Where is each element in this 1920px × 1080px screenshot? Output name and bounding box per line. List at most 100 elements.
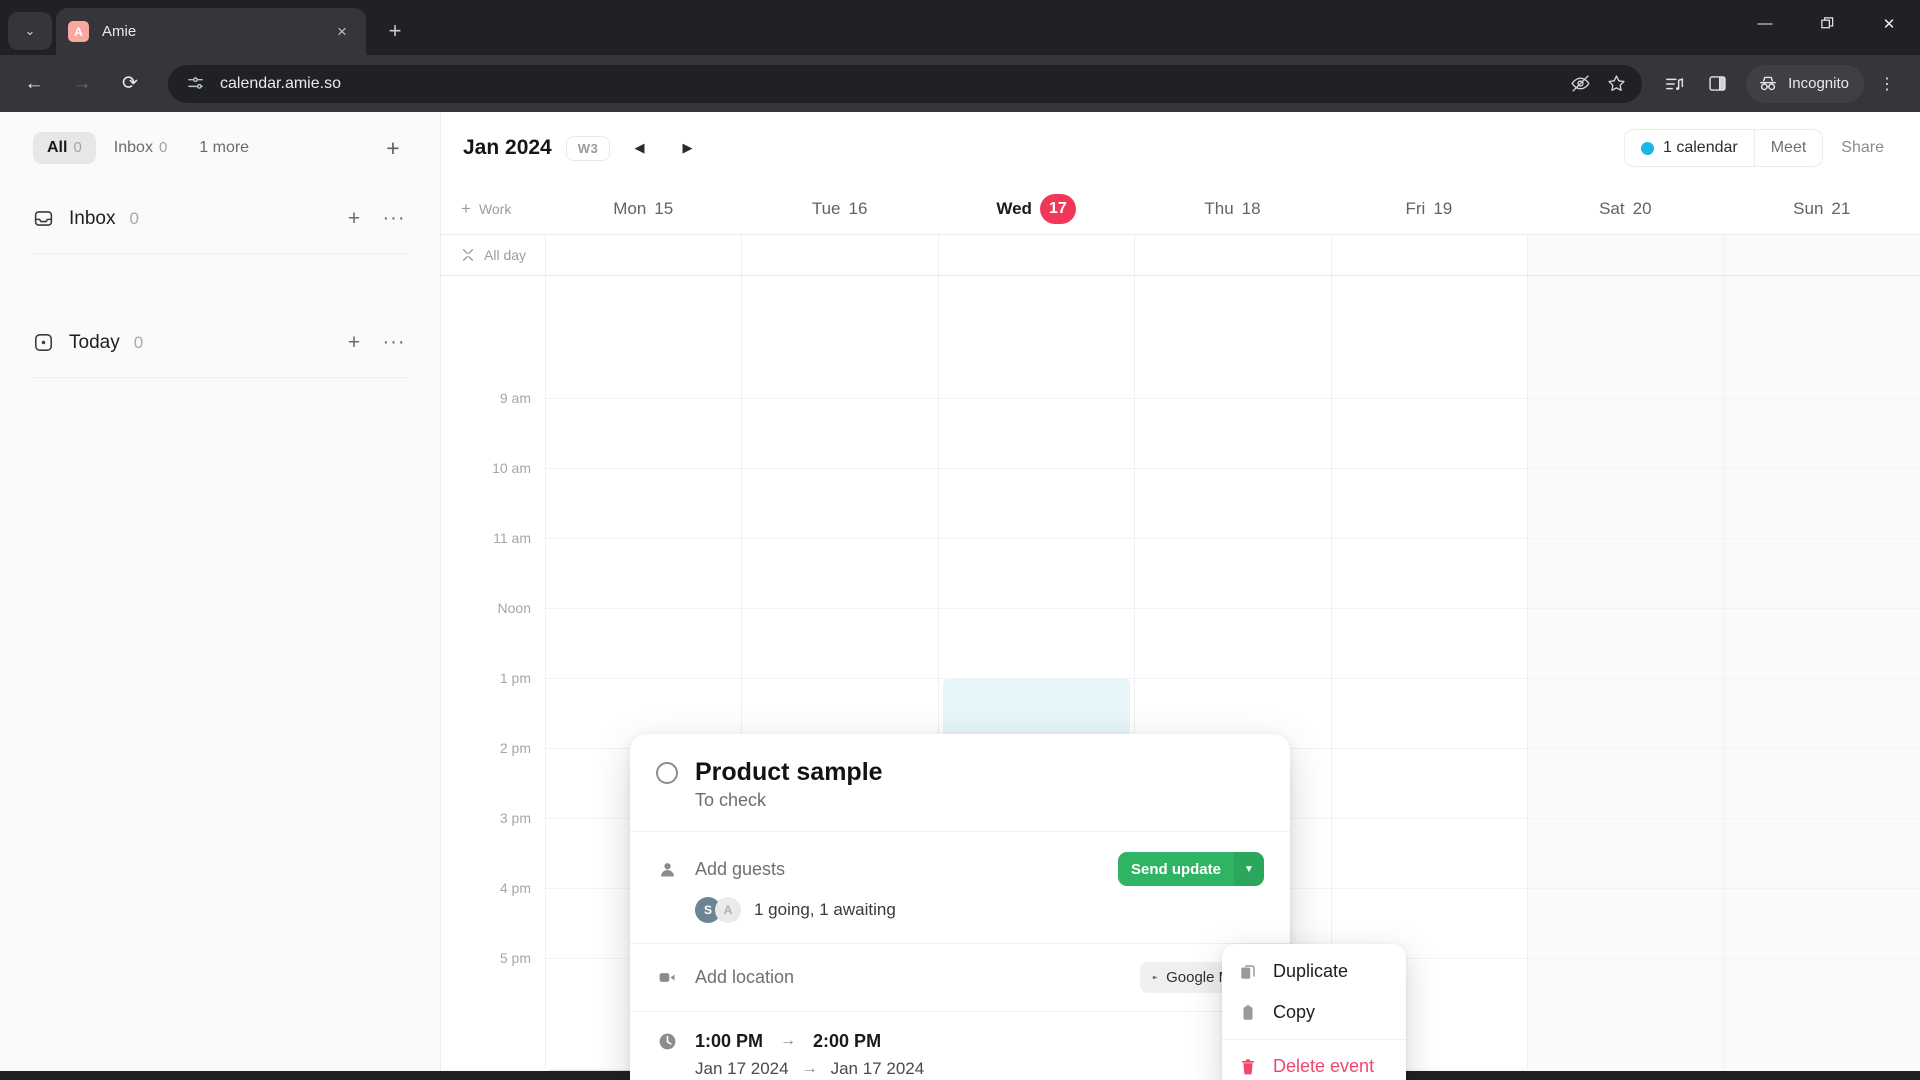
all-day-cell-tue[interactable]	[741, 235, 937, 275]
attendee-row: S A 1 going, 1 awaiting	[695, 897, 1264, 923]
day-dow: Fri	[1405, 199, 1426, 218]
inbox-icon	[33, 208, 55, 230]
sidebar-tab-all[interactable]: All 0	[33, 132, 96, 164]
day-column-sun[interactable]	[1723, 276, 1920, 1068]
day-header-fri[interactable]: Fri 19	[1331, 199, 1527, 219]
maximize-button[interactable]	[1796, 0, 1858, 47]
time-label: 2 pm	[499, 740, 531, 756]
close-icon[interactable]: ×	[330, 22, 354, 42]
add-work-icon[interactable]: +	[461, 199, 471, 219]
add-guests-input[interactable]: Add guests	[695, 859, 785, 880]
all-day-cell-wed[interactable]	[937, 235, 1134, 275]
prev-week-button[interactable]: ◀	[622, 131, 656, 165]
event-time-section: 1:00 PM → 2:00 PM Jan 17 2024 → Jan 17 2…	[630, 1012, 1290, 1080]
day-dow: Wed	[996, 199, 1032, 218]
day-header-tue[interactable]: Tue 16	[741, 199, 937, 219]
all-day-cell-mon[interactable]	[545, 235, 741, 275]
context-menu-item-delete[interactable]: Delete event	[1222, 1046, 1406, 1080]
today-badge: 17	[1039, 194, 1076, 224]
reload-icon[interactable]: ⟳	[110, 64, 150, 104]
sidebar-item-today[interactable]: Today 0 + ···	[33, 308, 407, 377]
browser-chrome: ⌄ A Amie × + — ✕ ← → ⟳ calendar.amie.so …	[0, 0, 1920, 112]
context-menu-item-duplicate[interactable]: Duplicate	[1222, 951, 1406, 992]
event-subtitle[interactable]: To check	[695, 790, 1264, 811]
star-icon[interactable]	[1600, 68, 1632, 100]
time-label: 4 pm	[499, 880, 531, 896]
tab-search-icon[interactable]: ⌄	[8, 12, 52, 50]
eye-off-icon[interactable]	[1564, 68, 1596, 100]
chevron-down-icon[interactable]: ▼	[1234, 852, 1264, 886]
tune-icon[interactable]	[182, 71, 208, 97]
day-dow: Sun	[1793, 199, 1824, 218]
day-header-row: + Work Mon 15 Tue 16 Wed 17 Thu 18 Fri 1…	[441, 184, 1920, 234]
sidebar-tab-inbox[interactable]: Inbox 0	[100, 132, 181, 164]
day-header-sat[interactable]: Sat 20	[1527, 199, 1723, 219]
avatar[interactable]: A	[715, 897, 741, 923]
meet-button[interactable]: Meet	[1753, 130, 1823, 166]
address-bar[interactable]: calendar.amie.so	[168, 64, 1643, 103]
day-header-thu[interactable]: Thu 18	[1134, 199, 1330, 219]
avatar-initial: S	[703, 903, 712, 917]
week-badge[interactable]: W3	[565, 135, 611, 161]
close-window-button[interactable]: ✕	[1858, 0, 1920, 47]
sidebar-item-today-count: 0	[133, 332, 144, 352]
back-icon[interactable]: ←	[14, 64, 54, 104]
sidebar-item-today-label: Today	[69, 331, 120, 353]
today-add-button[interactable]: +	[341, 331, 367, 355]
sidebar-tab-more[interactable]: 1 more	[185, 132, 263, 164]
context-menu-item-copy[interactable]: Copy	[1222, 992, 1406, 1033]
new-tab-button[interactable]: +	[376, 12, 414, 50]
event-start-date[interactable]: Jan 17 2024	[695, 1059, 789, 1079]
browser-tab[interactable]: A Amie ×	[56, 8, 366, 55]
calendar-header: Jan 2024 W3 ◀ ▶ 1 calendar Meet Share	[441, 112, 1920, 184]
circle-checkbox-icon[interactable]	[656, 761, 678, 784]
share-button[interactable]: Share	[1823, 139, 1902, 157]
day-dow: Tue	[811, 199, 841, 218]
sidebar-add-button[interactable]: +	[379, 135, 407, 162]
send-update-button[interactable]: Send update ▼	[1117, 852, 1264, 886]
media-list-icon[interactable]	[1656, 65, 1694, 103]
day-num: 18	[1241, 199, 1261, 218]
day-dow: Mon	[613, 199, 647, 218]
minimize-button[interactable]: —	[1734, 0, 1796, 47]
time-label: 1 pm	[499, 670, 531, 686]
forward-icon[interactable]: →	[62, 64, 102, 104]
inbox-more-button[interactable]: ···	[381, 207, 407, 230]
day-header-wed[interactable]: Wed 17	[938, 194, 1134, 224]
all-day-cell-thu[interactable]	[1134, 235, 1330, 275]
browser-toolbar: ← → ⟳ calendar.amie.so Incognito ⋮	[0, 55, 1920, 112]
all-day-cell-fri[interactable]	[1330, 235, 1527, 275]
browser-menu-icon[interactable]: ⋮	[1868, 65, 1906, 103]
today-more-button[interactable]: ···	[381, 331, 407, 354]
event-title-section: Product sample To check	[630, 734, 1290, 832]
day-num: 16	[848, 199, 868, 218]
time-row: 1:00 PM → 2:00 PM	[656, 1030, 1264, 1052]
add-location-input[interactable]: Add location	[695, 967, 794, 988]
day-header-mon[interactable]: Mon 15	[545, 199, 741, 219]
calendar-header-actions: 1 calendar Meet Share	[1624, 129, 1902, 167]
day-column-sat[interactable]	[1527, 276, 1724, 1068]
event-end-time[interactable]: 2:00 PM	[813, 1031, 881, 1052]
time-label: 3 pm	[499, 810, 531, 826]
all-day-row: All day	[441, 234, 1920, 276]
day-header-sun[interactable]: Sun 21	[1724, 199, 1920, 219]
next-week-button[interactable]: ▶	[670, 131, 704, 165]
event-title[interactable]: Product sample	[695, 758, 883, 787]
event-end-date[interactable]: Jan 17 2024	[831, 1059, 925, 1079]
work-gutter[interactable]: + Work	[441, 199, 545, 219]
sidebar-item-inbox[interactable]: Inbox 0 + ···	[33, 184, 407, 253]
time-label: Noon	[497, 600, 531, 616]
event-title-row: Product sample	[656, 758, 1264, 787]
sidebar-tabs: All 0 Inbox 0 1 more +	[33, 112, 407, 184]
side-panel-icon[interactable]	[1698, 65, 1736, 103]
all-day-cell-sat[interactable]	[1527, 235, 1724, 275]
time-label: 10 am	[492, 460, 531, 476]
incognito-indicator[interactable]: Incognito	[1746, 64, 1864, 103]
inbox-add-button[interactable]: +	[341, 207, 367, 231]
all-day-cell-sun[interactable]	[1723, 235, 1920, 275]
calendars-button[interactable]: 1 calendar	[1625, 130, 1754, 166]
sidebar-item-inbox-count: 0	[129, 208, 139, 228]
event-start-time[interactable]: 1:00 PM	[695, 1031, 763, 1052]
all-day-gutter[interactable]: All day	[441, 235, 545, 275]
avatar-initial: A	[723, 903, 733, 917]
